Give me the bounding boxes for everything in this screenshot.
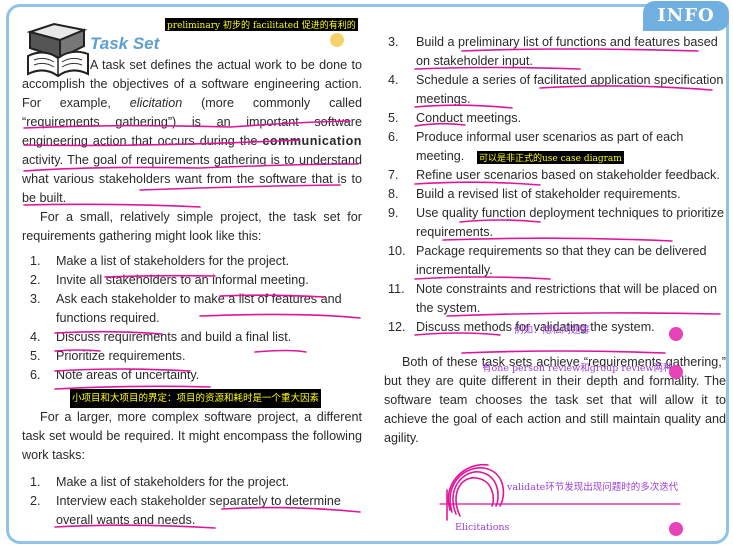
annotation-highlight-mid: 小项目和大项目的界定：项目的资源和耗时是一个重大因素 (70, 389, 322, 408)
annotation-note-validate: validate环节发现出现问题时的多次迭代 (507, 482, 679, 493)
large-task-list-left: 1. Make a list of stakeholders for the pr… (22, 473, 362, 530)
annotation-dot-yellow (330, 33, 344, 47)
large-task-list-right: 3. Build a preliminary list of functions … (384, 33, 726, 337)
list-item: 6. Note areas of uncertainty. (30, 368, 200, 382)
small-task-list: 1. Make a list of stakeholders for the pr… (22, 252, 362, 385)
list-item: 8. Build a revised list of stakeholder re… (388, 187, 681, 201)
annotation-dot (669, 365, 683, 379)
list-item: 5. Prioritize requirements. (30, 349, 186, 363)
annotation-highlight-top: preliminary 初步的 facilitated 促进的有利的 (165, 18, 358, 31)
list-item: 5. Conduct meetings. (388, 111, 522, 125)
large-intro-paragraph: For a larger, more complex software proj… (22, 410, 362, 462)
annotation-dot (669, 522, 683, 536)
annotation-note-item11: 例如：隐私问题等 (514, 325, 591, 336)
right-column: 3. Build a preliminary list of functions … (384, 33, 726, 448)
info-badge: INFO (643, 1, 729, 31)
intro-paragraph: A task set defines the actual work to be… (22, 56, 362, 208)
list-item: 3. Ask each stakeholder to make a list of… (30, 292, 342, 325)
list-item: 4. Schedule a series of facilitated appli… (388, 73, 724, 106)
list-item: 1. Make a list of stakeholders for the pr… (30, 254, 290, 268)
list-item: 1. Make a list of stakeholders for the pr… (30, 475, 290, 489)
left-column: A task set defines the actual work to be… (22, 56, 362, 530)
list-item: 7. Refine user scenarios based on stakeho… (388, 168, 720, 182)
list-item: 10. Package requirements so that they can… (388, 244, 707, 277)
intro-elicitation: elicitation (129, 96, 183, 110)
annotation-note-elicitations: Elicitations (455, 522, 510, 533)
annotation-dot (669, 327, 683, 341)
intro-communication: communication (262, 134, 362, 148)
list-item: 2. Invite all stakeholders to an informal… (30, 273, 309, 287)
intro-text-3: activity. The goal of requirements gathe… (22, 153, 362, 205)
annotation-highlight-item6: 可以是非正式的use case diagram (477, 151, 624, 164)
small-intro-paragraph: For a small, relatively simple project, … (22, 210, 362, 243)
list-item: 3. Build a preliminary list of functions … (388, 35, 718, 68)
list-item: 4. Discuss requirements and build a final… (30, 330, 292, 344)
annotation-note-review: 有one person review和group review两种 (482, 363, 673, 374)
section-title: Task Set (90, 34, 160, 53)
list-item: 9. Use quality function deployment techni… (388, 206, 725, 239)
list-item: 2. Interview each stakeholder separately … (30, 494, 341, 527)
list-item: 11. Note constraints and restrictions tha… (388, 282, 718, 315)
